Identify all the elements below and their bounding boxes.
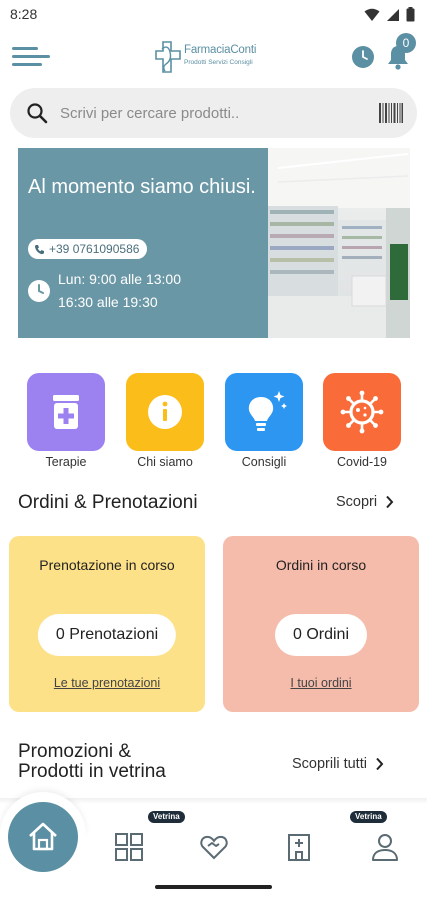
chevron-right-icon [376,757,384,771]
orders-card-title: Ordini in corso [275,557,367,573]
promo-title-line-2: Prodotti in vetrina [18,761,166,782]
lightbulb-icon [248,391,287,431]
quick-action-chi-siamo[interactable]: Chi siamo [125,373,205,469]
quick-action-covid[interactable]: Covid-19 [322,373,402,469]
quick-action-label: Covid-19 [336,455,388,469]
virus-icon [340,390,384,434]
hours-clock-icon [28,280,50,302]
chevron-right-icon [386,495,394,509]
phone-button[interactable]: +39 0761090586 [28,239,148,259]
quick-action-label: Terapie [45,455,87,469]
quick-action-consigli[interactable]: Consigli [224,373,304,469]
phone-icon [34,244,44,254]
hours-line-2: 16:30 alle 19:30 [58,294,158,310]
vetrina-badge: Vetrina [148,811,185,823]
bookings-card-title: Prenotazione in corso [39,557,175,573]
hours-line-1: Lun: 9:00 alle 13:00 [58,271,181,287]
nav-home-button[interactable] [8,802,78,872]
store-photo [268,148,410,338]
search-bar[interactable] [10,88,417,138]
home-icon [29,822,57,851]
menu-icon [12,47,38,50]
orders-discover-label: Scopri [336,494,378,510]
info-icon [148,395,182,429]
user-icon[interactable] [370,832,400,862]
logo-tagline: Prodotti Servizi Consigli [184,59,253,66]
home-indicator[interactable] [155,885,272,889]
pharmacy-building-icon[interactable] [284,832,314,862]
medicine-bottle-icon [53,395,79,429]
phone-number: +39 0761090586 [49,242,140,256]
promo-section-title: Promozioni & Prodotti in vetrina [18,742,166,782]
opening-hours: Lun: 9:00 alle 13:00 16:30 alle 19:30 [58,268,181,314]
opening-hours-button[interactable] [352,46,374,68]
store-status-panel: Al momento siamo chiusi. +39 0761090586 … [18,148,268,338]
my-orders-link[interactable]: I tuoi ordini [223,676,419,690]
status-bar: 8:28 [0,0,427,30]
barcode-scanner-icon[interactable] [379,103,403,123]
quick-action-label: Consigli [241,455,287,469]
promo-see-all-link[interactable]: Scoprili tutti [292,756,384,772]
my-bookings-link[interactable]: Le tue prenotazioni [9,676,205,690]
quick-action-tile [323,373,401,451]
notification-badge: 0 [396,33,416,53]
quick-action-tile [126,373,204,451]
orders-card[interactable]: Ordini in corso 0 Ordini I tuoi ordini [223,536,419,712]
quick-action-terapie[interactable]: Terapie [26,373,106,469]
bookings-count-button[interactable]: 0 Prenotazioni [37,614,177,656]
logo-name: FarmaciaConti [184,44,257,56]
promo-see-all-label: Scoprili tutti [292,756,367,772]
bookings-card[interactable]: Prenotazione in corso 0 Prenotazioni Le … [9,536,205,712]
status-icons [364,7,415,22]
search-icon [27,103,48,124]
search-input[interactable] [60,100,360,126]
logo-cross-icon [155,41,181,73]
orders-count-button[interactable]: 0 Ordini [274,614,368,656]
quick-action-tile [27,373,105,451]
logo: FarmaciaConti Prodotti Servizi Consigli [154,40,274,74]
grid-icon[interactable] [114,832,144,862]
store-status-title: Al momento siamo chiusi. [28,176,256,198]
vetrina-badge: Vetrina [350,811,387,823]
heart-handshake-icon[interactable] [199,832,229,862]
store-info-banner: Al momento siamo chiusi. +39 0761090586 … [18,148,410,338]
quick-actions: Terapie Chi siamo Consigli Covid-19 [0,373,427,473]
orders-section-title: Ordini & Prenotazioni [18,492,198,513]
signal-icon [387,8,399,21]
quick-action-tile [225,373,303,451]
menu-button[interactable] [12,44,50,70]
status-time: 8:28 [10,6,38,22]
clock-icon [362,50,368,60]
orders-discover-link[interactable]: Scopri [336,494,394,510]
promo-title-line-1: Promozioni & [18,741,131,762]
battery-icon [406,7,415,22]
quick-action-label: Chi siamo [137,455,193,469]
wifi-icon [364,8,380,21]
